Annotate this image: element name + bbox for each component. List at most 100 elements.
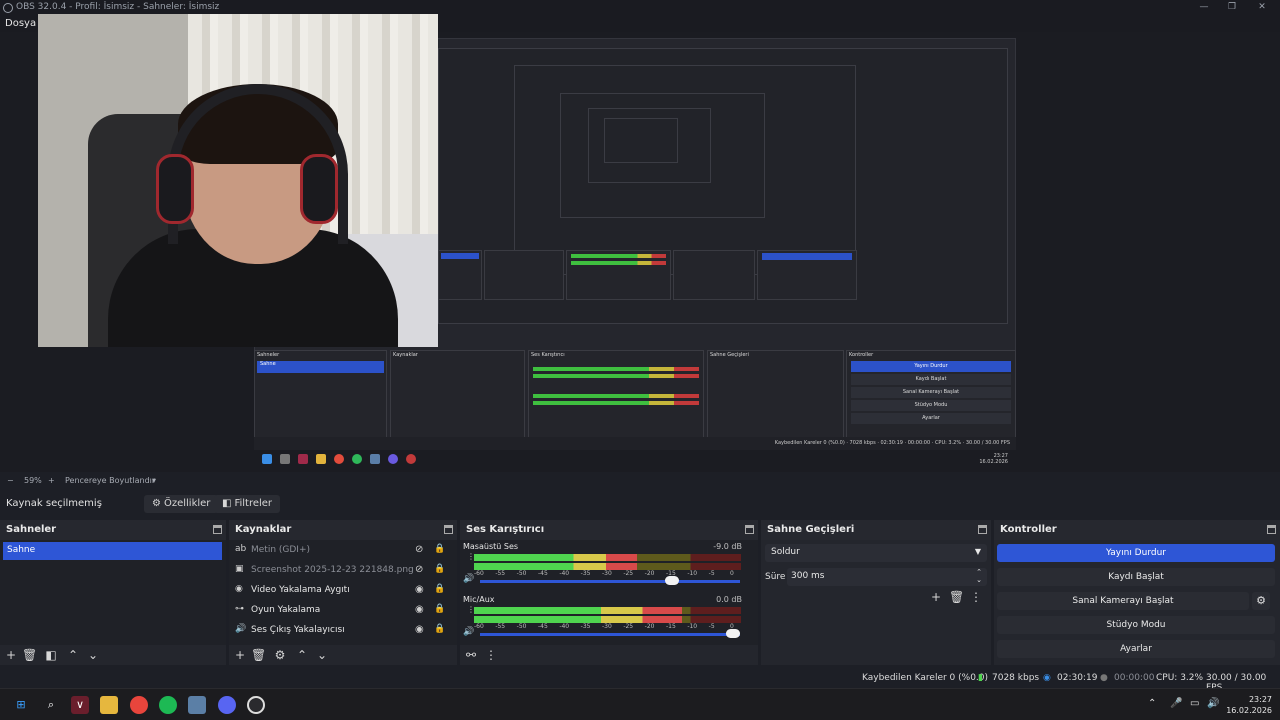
scale-tick: -5 [708,570,715,577]
lock-icon[interactable]: 🔒 [434,624,445,634]
trash-icon[interactable]: 🗑 [22,648,37,662]
discord-icon[interactable] [218,696,236,714]
bitrate: 7028 kbps [992,673,1040,683]
speaker-icon[interactable]: 🔊 [463,627,474,637]
undock-icon[interactable] [978,525,987,534]
volume-icon[interactable]: 🔊 [1207,698,1219,709]
source-item[interactable]: 🔊 Ses Çıkış Yakalayıcısı ◉ 🔒 [229,620,455,640]
no-source-label: Kaynak seçilmemiş [6,498,102,509]
scenes-dock-title: Sahneler [0,520,226,540]
volume-slider[interactable] [480,580,740,583]
lock-icon[interactable]: 🔒 [434,544,445,554]
filters-button[interactable]: ◧ Filtreler [214,495,281,513]
scale-tick: -30 [602,623,612,630]
level-meter [474,554,741,561]
chrome-icon[interactable] [130,696,148,714]
microphone-icon[interactable]: 🎤 [1170,698,1182,709]
close-button[interactable]: ✕ [1254,2,1270,14]
source-item[interactable]: ab Metin (GDI+) ⊘ 🔒 [229,540,455,560]
settings-button[interactable]: Ayarlar [997,640,1275,658]
gear-icon[interactable]: ⚙ [273,648,287,662]
maximize-button[interactable]: ❐ [1224,2,1240,14]
eye-icon[interactable]: ◉ [415,604,424,615]
sources-dock: Kaynaklar ab Metin (GDI+) ⊘ 🔒 ▣ Screensh… [229,520,457,665]
kebab-menu-icon[interactable]: ⋮ [484,648,498,662]
scale-tick: -50 [516,623,527,630]
start-recording-button[interactable]: Kaydı Başlat [997,568,1275,586]
source-item[interactable]: ▣ Screenshot 2025-12-23 221848.png ⊘ 🔒 [229,560,455,580]
add-transition-button[interactable]: + [929,590,943,604]
duration-input[interactable]: 300 ms ⌃ ⌄ [787,568,987,586]
chevron-up-icon[interactable]: ⌃ [1148,698,1156,709]
zoom-in-button[interactable]: + [48,476,55,485]
spin-arrows-icon[interactable]: ⌃ ⌄ [976,568,982,584]
undock-icon[interactable] [1267,525,1276,534]
virtualcam-settings-icon[interactable]: ⚙ [1252,592,1270,610]
eye-icon[interactable]: ◉ [415,584,424,595]
visibility-off-icon[interactable]: ⊘ [415,564,423,575]
scale-tick: -30 [602,570,612,577]
trash-icon[interactable]: 🗑 [949,590,964,604]
undock-icon[interactable] [444,525,453,534]
move-up-icon[interactable]: ⌃ [66,648,80,662]
kebab-menu-icon[interactable]: ⋮ [969,590,983,604]
clock[interactable]: 23:27 16.02.2026 [1226,694,1272,716]
obs-icon[interactable] [247,696,265,714]
app-icon[interactable]: ∨ [71,696,89,714]
zoom-fit-select[interactable]: Pencereye Boyutlandır [65,476,155,485]
gear-icon: ⚙ [152,498,161,509]
scale-tick: -45 [538,623,548,630]
source-item[interactable]: ⊶ Oyun Yakalama ◉ 🔒 [229,600,455,620]
start-virtualcam-button[interactable]: Sanal Kamerayı Başlat [997,592,1249,610]
mini-scenes-dock: Sahneler Sahne [254,350,387,445]
display-icon[interactable]: ▭ [1190,698,1199,709]
undock-icon[interactable] [213,525,222,534]
properties-button[interactable]: ⚙ Özellikler [144,495,219,513]
zoom-value: 59% [24,476,42,485]
scale-tick: -25 [623,570,634,577]
mini-controls-dock: Kontroller Yayını Durdur Kaydı Başlat Sa… [846,350,1016,445]
menu-file[interactable]: Dosya [5,18,36,29]
search-icon[interactable]: ⌕ [42,696,60,714]
move-down-icon[interactable]: ⌄ [86,648,100,662]
folder-icon[interactable] [100,696,118,714]
move-up-icon[interactable]: ⌃ [295,648,309,662]
spotify-icon[interactable] [159,696,177,714]
stream-icon: ◉ [1043,673,1051,683]
scenes-list: Sahne [0,540,226,645]
source-item[interactable]: ◉ Video Yakalama Aygıtı ◉ 🔒 [229,580,455,600]
add-source-button[interactable]: + [233,648,247,662]
transition-select[interactable]: Soldur ▼ [765,544,987,562]
link-icon[interactable]: ⚯ [464,648,478,662]
lock-icon[interactable]: 🔒 [434,564,445,574]
undock-icon[interactable] [745,525,754,534]
scene-item-sahne[interactable]: Sahne [3,542,222,560]
scale-tick: -20 [644,623,655,630]
trash-icon[interactable]: 🗑 [251,648,266,662]
mini-taskbar: 23:27 16.02.2026 [254,450,1016,468]
volume-slider-handle[interactable] [726,629,740,638]
lock-icon[interactable]: 🔒 [434,604,445,614]
scene-filters-icon[interactable]: ◧ [44,648,58,662]
zoom-out-button[interactable]: − [7,476,14,485]
level-meter [474,607,741,614]
lock-icon[interactable]: 🔒 [434,584,445,594]
minimize-button[interactable]: — [1196,2,1212,14]
speaker-icon[interactable]: 🔊 [463,574,474,584]
transitions-dock-title: Sahne Geçişleri [761,520,991,540]
game-icon[interactable] [188,696,206,714]
mixer-channel-desktop: Masaüstü Ses -9.0 dB ⋮ -60 -55 -50 -45 -40 -3… [463,542,742,585]
windows-start-icon[interactable]: ⊞ [12,696,30,714]
studio-mode-button[interactable]: Stüdyo Modu [997,616,1275,634]
chevron-down-icon[interactable]: ▾ [152,476,156,485]
sources-list: ab Metin (GDI+) ⊘ 🔒 ▣ Screenshot 2025-12… [229,540,457,645]
volume-slider-handle[interactable] [664,576,679,585]
visibility-off-icon[interactable]: ⊘ [415,544,423,555]
duration-label: Süre [765,572,786,582]
eye-icon[interactable]: ◉ [415,624,424,635]
scale-tick: 0 [730,570,734,577]
move-down-icon[interactable]: ⌄ [315,648,329,662]
stop-stream-button[interactable]: Yayını Durdur [997,544,1275,562]
add-scene-button[interactable]: + [4,648,18,662]
volume-slider[interactable] [480,633,740,636]
